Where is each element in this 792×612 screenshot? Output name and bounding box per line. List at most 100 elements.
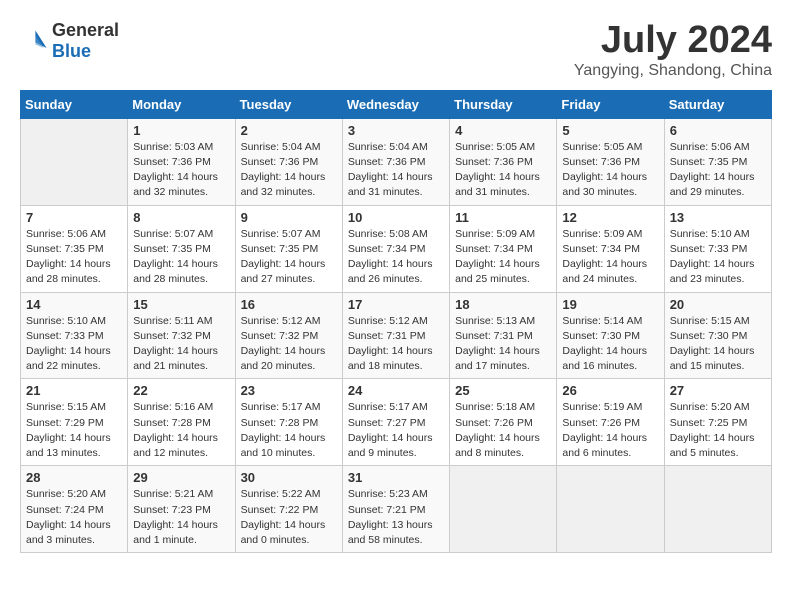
- calendar-header-row: SundayMondayTuesdayWednesdayThursdayFrid…: [21, 90, 772, 118]
- day-cell: 23 Sunrise: 5:17 AM Sunset: 7:28 PM Dayli…: [235, 379, 342, 466]
- day-cell: 22 Sunrise: 5:16 AM Sunset: 7:28 PM Dayli…: [128, 379, 235, 466]
- day-cell: 15 Sunrise: 5:11 AM Sunset: 7:32 PM Dayli…: [128, 292, 235, 379]
- day-number: 5: [562, 123, 658, 138]
- day-cell: [450, 466, 557, 553]
- day-cell: 13Sunrise: 5:10 AM Sunset: 7:33 PM Dayli…: [664, 205, 771, 292]
- day-info: Sunrise: 5:04 AM Sunset: 7:36 PM Dayligh…: [241, 140, 337, 201]
- day-info: Sunrise: 5:07 AM Sunset: 7:35 PM Dayligh…: [241, 227, 337, 288]
- day-number: 30: [241, 470, 337, 485]
- day-cell: 28Sunrise: 5:20 AM Sunset: 7:24 PM Dayli…: [21, 466, 128, 553]
- day-cell: [664, 466, 771, 553]
- day-info: Sunrise: 5:18 AM Sunset: 7:26 PM Dayligh…: [455, 400, 551, 461]
- day-number: 19: [562, 297, 658, 312]
- day-cell: 4 Sunrise: 5:05 AM Sunset: 7:36 PM Daylig…: [450, 118, 557, 205]
- month-title: July 2024: [574, 20, 772, 62]
- day-info: Sunrise: 5:12 AM Sunset: 7:32 PM Dayligh…: [241, 314, 337, 375]
- day-number: 12: [562, 210, 658, 225]
- day-cell: 1Sunrise: 5:03 AM Sunset: 7:36 PM Daylig…: [128, 118, 235, 205]
- day-cell: 29Sunrise: 5:21 AM Sunset: 7:23 PM Dayli…: [128, 466, 235, 553]
- day-cell: 18 Sunrise: 5:13 AM Sunset: 7:31 PM Dayli…: [450, 292, 557, 379]
- day-number: 18: [455, 297, 551, 312]
- logo-text: General Blue: [52, 20, 119, 62]
- day-number: 9: [241, 210, 337, 225]
- day-cell: 25 Sunrise: 5:18 AM Sunset: 7:26 PM Dayli…: [450, 379, 557, 466]
- day-cell: 19 Sunrise: 5:14 AM Sunset: 7:30 PM Dayli…: [557, 292, 664, 379]
- header-tuesday: Tuesday: [235, 90, 342, 118]
- day-info: Sunrise: 5:07 AM Sunset: 7:35 PM Dayligh…: [133, 227, 229, 288]
- day-cell: [21, 118, 128, 205]
- header-thursday: Thursday: [450, 90, 557, 118]
- day-info: Sunrise: 5:12 AM Sunset: 7:31 PM Dayligh…: [348, 314, 444, 375]
- day-info: Sunrise: 5:06 AM Sunset: 7:35 PM Dayligh…: [26, 227, 122, 288]
- day-info: Sunrise: 5:10 AM Sunset: 7:33 PM Dayligh…: [670, 227, 766, 288]
- day-info: Sunrise: 5:15 AM Sunset: 7:29 PM Dayligh…: [26, 400, 122, 461]
- day-cell: 12 Sunrise: 5:09 AM Sunset: 7:34 PM Dayli…: [557, 205, 664, 292]
- day-cell: 8 Sunrise: 5:07 AM Sunset: 7:35 PM Daylig…: [128, 205, 235, 292]
- day-cell: 14 Sunrise: 5:10 AM Sunset: 7:33 PM Dayli…: [21, 292, 128, 379]
- day-cell: 3Sunrise: 5:04 AM Sunset: 7:36 PM Daylig…: [342, 118, 449, 205]
- day-cell: 21Sunrise: 5:15 AM Sunset: 7:29 PM Dayli…: [21, 379, 128, 466]
- day-cell: 9 Sunrise: 5:07 AM Sunset: 7:35 PM Daylig…: [235, 205, 342, 292]
- week-row-5: 28Sunrise: 5:20 AM Sunset: 7:24 PM Dayli…: [21, 466, 772, 553]
- logo-icon: [20, 27, 48, 55]
- day-cell: 20 Sunrise: 5:15 AM Sunset: 7:30 PM Dayli…: [664, 292, 771, 379]
- day-number: 8: [133, 210, 229, 225]
- day-info: Sunrise: 5:09 AM Sunset: 7:34 PM Dayligh…: [455, 227, 551, 288]
- day-number: 1: [133, 123, 229, 138]
- day-number: 26: [562, 383, 658, 398]
- day-info: Sunrise: 5:15 AM Sunset: 7:30 PM Dayligh…: [670, 314, 766, 375]
- day-info: Sunrise: 5:23 AM Sunset: 7:21 PM Dayligh…: [348, 487, 444, 548]
- day-cell: 16 Sunrise: 5:12 AM Sunset: 7:32 PM Dayli…: [235, 292, 342, 379]
- day-number: 3: [348, 123, 444, 138]
- day-number: 20: [670, 297, 766, 312]
- header-wednesday: Wednesday: [342, 90, 449, 118]
- day-number: 31: [348, 470, 444, 485]
- logo: General Blue: [20, 20, 119, 62]
- day-number: 15: [133, 297, 229, 312]
- day-info: Sunrise: 5:20 AM Sunset: 7:25 PM Dayligh…: [670, 400, 766, 461]
- day-number: 2: [241, 123, 337, 138]
- day-cell: 30Sunrise: 5:22 AM Sunset: 7:22 PM Dayli…: [235, 466, 342, 553]
- calendar-table: SundayMondayTuesdayWednesdayThursdayFrid…: [20, 90, 772, 553]
- day-cell: 2 Sunrise: 5:04 AM Sunset: 7:36 PM Daylig…: [235, 118, 342, 205]
- day-number: 22: [133, 383, 229, 398]
- day-number: 11: [455, 210, 551, 225]
- day-number: 24: [348, 383, 444, 398]
- day-cell: 26 Sunrise: 5:19 AM Sunset: 7:26 PM Dayli…: [557, 379, 664, 466]
- day-info: Sunrise: 5:10 AM Sunset: 7:33 PM Dayligh…: [26, 314, 122, 375]
- day-number: 16: [241, 297, 337, 312]
- day-number: 23: [241, 383, 337, 398]
- day-cell: 24Sunrise: 5:17 AM Sunset: 7:27 PM Dayli…: [342, 379, 449, 466]
- day-cell: 10 Sunrise: 5:08 AM Sunset: 7:34 PM Dayli…: [342, 205, 449, 292]
- day-number: 4: [455, 123, 551, 138]
- header-sunday: Sunday: [21, 90, 128, 118]
- day-cell: 17 Sunrise: 5:12 AM Sunset: 7:31 PM Dayli…: [342, 292, 449, 379]
- week-row-2: 7 Sunrise: 5:06 AM Sunset: 7:35 PM Daylig…: [21, 205, 772, 292]
- day-info: Sunrise: 5:08 AM Sunset: 7:34 PM Dayligh…: [348, 227, 444, 288]
- day-info: Sunrise: 5:21 AM Sunset: 7:23 PM Dayligh…: [133, 487, 229, 548]
- location-title: Yangying, Shandong, China: [574, 62, 772, 80]
- day-cell: 31 Sunrise: 5:23 AM Sunset: 7:21 PM Dayli…: [342, 466, 449, 553]
- day-number: 17: [348, 297, 444, 312]
- day-info: Sunrise: 5:16 AM Sunset: 7:28 PM Dayligh…: [133, 400, 229, 461]
- day-cell: 27 Sunrise: 5:20 AM Sunset: 7:25 PM Dayli…: [664, 379, 771, 466]
- day-number: 14: [26, 297, 122, 312]
- day-info: Sunrise: 5:05 AM Sunset: 7:36 PM Dayligh…: [455, 140, 551, 201]
- day-number: 7: [26, 210, 122, 225]
- day-info: Sunrise: 5:09 AM Sunset: 7:34 PM Dayligh…: [562, 227, 658, 288]
- day-info: Sunrise: 5:17 AM Sunset: 7:28 PM Dayligh…: [241, 400, 337, 461]
- day-cell: 7 Sunrise: 5:06 AM Sunset: 7:35 PM Daylig…: [21, 205, 128, 292]
- day-cell: 6Sunrise: 5:06 AM Sunset: 7:35 PM Daylig…: [664, 118, 771, 205]
- title-block: July 2024 Yangying, Shandong, China: [574, 20, 772, 80]
- day-number: 10: [348, 210, 444, 225]
- day-info: Sunrise: 5:19 AM Sunset: 7:26 PM Dayligh…: [562, 400, 658, 461]
- day-info: Sunrise: 5:13 AM Sunset: 7:31 PM Dayligh…: [455, 314, 551, 375]
- page-header: General Blue July 2024 Yangying, Shandon…: [20, 20, 772, 80]
- day-number: 25: [455, 383, 551, 398]
- day-info: Sunrise: 5:11 AM Sunset: 7:32 PM Dayligh…: [133, 314, 229, 375]
- day-cell: [557, 466, 664, 553]
- day-info: Sunrise: 5:14 AM Sunset: 7:30 PM Dayligh…: [562, 314, 658, 375]
- week-row-4: 21Sunrise: 5:15 AM Sunset: 7:29 PM Dayli…: [21, 379, 772, 466]
- week-row-1: 1Sunrise: 5:03 AM Sunset: 7:36 PM Daylig…: [21, 118, 772, 205]
- day-number: 27: [670, 383, 766, 398]
